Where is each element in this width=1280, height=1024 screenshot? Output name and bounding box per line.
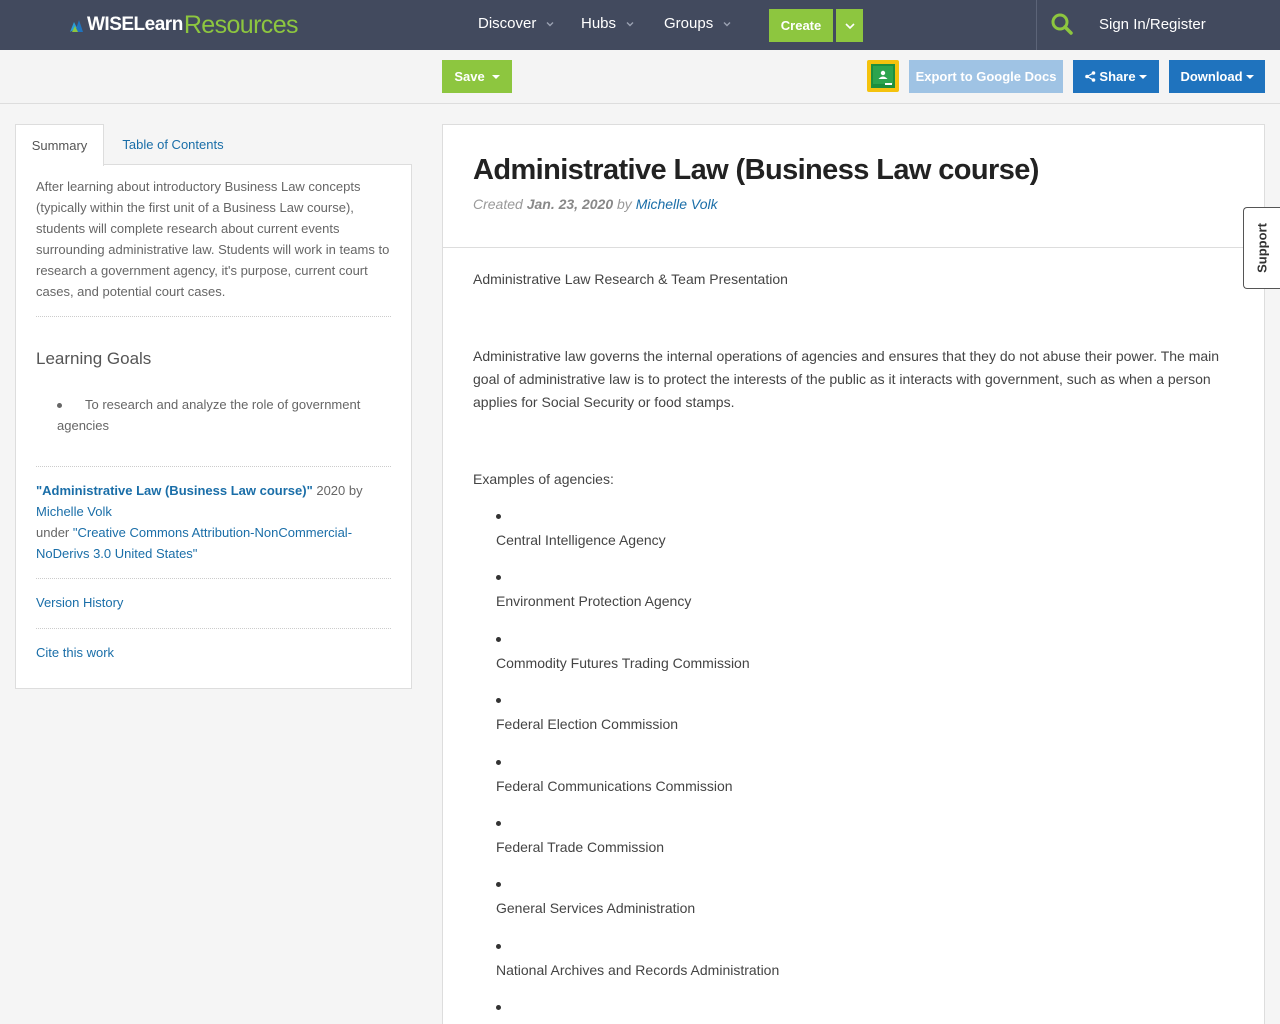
share-button[interactable]: Share — [1073, 60, 1159, 93]
divider — [36, 316, 391, 317]
content-intro: Administrative law governs the internal … — [473, 348, 1220, 410]
list-item: Federal Trade Commission — [473, 812, 1173, 873]
save-button-label: Save — [454, 69, 485, 84]
bullet-icon — [496, 698, 501, 703]
list-item: General Services Administration — [473, 873, 1173, 934]
learning-goal-text: To research and analyze the role of gove… — [57, 397, 361, 433]
agency-name: General Services Administration — [496, 900, 696, 916]
list-item: Federal Election Commission — [473, 689, 1173, 750]
download-button[interactable]: Download — [1169, 60, 1265, 93]
list-item: Central Intelligence Agency — [473, 505, 1173, 566]
divider — [443, 247, 1264, 248]
summary-text: After learning about introductory Busine… — [36, 179, 390, 299]
examples-label: Examples of agencies: — [473, 471, 614, 487]
learning-goals-heading: Learning Goals — [36, 349, 152, 368]
bullet-icon — [57, 403, 62, 408]
divider — [36, 578, 391, 579]
page-title: Administrative Law (Business Law course) — [473, 154, 1039, 186]
chevron-down-icon — [723, 21, 731, 26]
bullet-icon — [496, 1005, 501, 1010]
google-classroom-icon — [871, 64, 895, 88]
list-item: Federal Communications Commission — [473, 751, 1173, 812]
learning-goal-item: To research and analyze the role of gove… — [57, 394, 377, 436]
resource-toolbar: Save Export to Google Docs Share Downloa… — [0, 50, 1280, 104]
logo-resources-text: Resources — [183, 10, 299, 39]
agency-name: Environment Protection Agency — [496, 593, 692, 609]
cite-this-work-link[interactable]: Cite this work — [36, 645, 114, 660]
caret-down-icon — [1245, 74, 1254, 79]
version-history-link[interactable]: Version History — [36, 595, 123, 610]
chevron-down-icon — [844, 22, 855, 29]
tab-table-of-contents[interactable]: Table of Contents — [108, 124, 238, 164]
list-item: Environment Protection Agency — [473, 566, 1173, 627]
top-navbar: WISELearn Resources Discover Hubs Groups… — [0, 0, 1280, 50]
nav-groups-label: Groups — [664, 15, 714, 32]
export-google-docs-button[interactable]: Export to Google Docs — [909, 60, 1063, 93]
nav-hubs-label: Hubs — [581, 15, 617, 32]
created-meta: Created Jan. 23, 2020 by Michelle Volk — [473, 196, 718, 212]
wiselearn-logo-icon — [70, 20, 83, 32]
nav-groups[interactable]: Groups — [664, 15, 731, 32]
create-button[interactable]: Create — [769, 9, 833, 42]
attribution: "Administrative Law (Business Law course… — [36, 480, 396, 564]
attribution-author-link[interactable]: Michelle Volk — [36, 504, 112, 519]
share-button-label: Share — [1099, 69, 1136, 84]
chevron-down-icon — [626, 21, 634, 26]
bullet-icon — [496, 882, 501, 887]
tab-summary[interactable]: Summary — [15, 124, 104, 166]
support-label: Support — [1254, 223, 1270, 273]
agency-name: Central Intelligence Agency — [496, 532, 666, 548]
created-date: Jan. 23, 2020 — [526, 196, 614, 212]
created-prefix: Created — [473, 196, 527, 212]
bullet-icon — [496, 944, 501, 949]
created-by: by — [613, 196, 636, 212]
resource-content: Administrative Law (Business Law course)… — [442, 124, 1265, 1024]
license-link[interactable]: "Creative Commons Attribution-NonCommerc… — [36, 525, 352, 561]
logo-wise-text: WISELearn — [87, 14, 183, 35]
agency-name: Federal Election Commission — [496, 716, 679, 732]
author-link[interactable]: Michelle Volk — [636, 196, 718, 212]
nav-divider — [1036, 0, 1037, 50]
agency-name: Commodity Futures Trading Commission — [496, 655, 750, 671]
bullet-icon — [496, 821, 501, 826]
search-icon[interactable] — [1050, 12, 1074, 36]
attribution-title-link[interactable]: "Administrative Law (Business Law course… — [36, 483, 313, 498]
agency-name: Federal Trade Commission — [496, 839, 665, 855]
attribution-year: 2020 by — [312, 483, 363, 498]
agency-name: Federal Communications Commission — [496, 778, 733, 794]
caret-down-icon — [1138, 74, 1147, 79]
nav-discover-label: Discover — [478, 15, 537, 32]
list-item — [473, 996, 1173, 1024]
caret-down-icon — [491, 74, 500, 79]
attribution-under: under — [36, 525, 73, 540]
bullet-icon — [496, 760, 501, 765]
list-item: National Archives and Records Administra… — [473, 935, 1173, 996]
bullet-icon — [496, 637, 501, 642]
save-button[interactable]: Save — [442, 60, 512, 93]
content-subtitle: Administrative Law Research & Team Prese… — [473, 271, 788, 287]
nav-discover[interactable]: Discover — [478, 15, 554, 32]
site-logo[interactable]: WISELearn Resources — [68, 10, 299, 39]
support-tab[interactable]: Support — [1243, 207, 1280, 289]
share-icon — [1085, 71, 1096, 82]
create-dropdown-toggle[interactable] — [836, 9, 863, 42]
download-button-label: Download — [1180, 69, 1243, 84]
bullet-icon — [496, 575, 501, 580]
agency-name: National Archives and Records Administra… — [496, 962, 780, 978]
divider — [36, 466, 391, 467]
nav-hubs[interactable]: Hubs — [581, 15, 634, 32]
list-item: Commodity Futures Trading Commission — [473, 628, 1173, 689]
google-classroom-button[interactable] — [867, 60, 899, 92]
chevron-down-icon — [546, 21, 554, 26]
sign-in-register-link[interactable]: Sign In/Register — [1099, 16, 1206, 33]
divider — [36, 628, 391, 629]
summary-panel: After learning about introductory Busine… — [15, 164, 412, 689]
bullet-icon — [496, 514, 501, 519]
